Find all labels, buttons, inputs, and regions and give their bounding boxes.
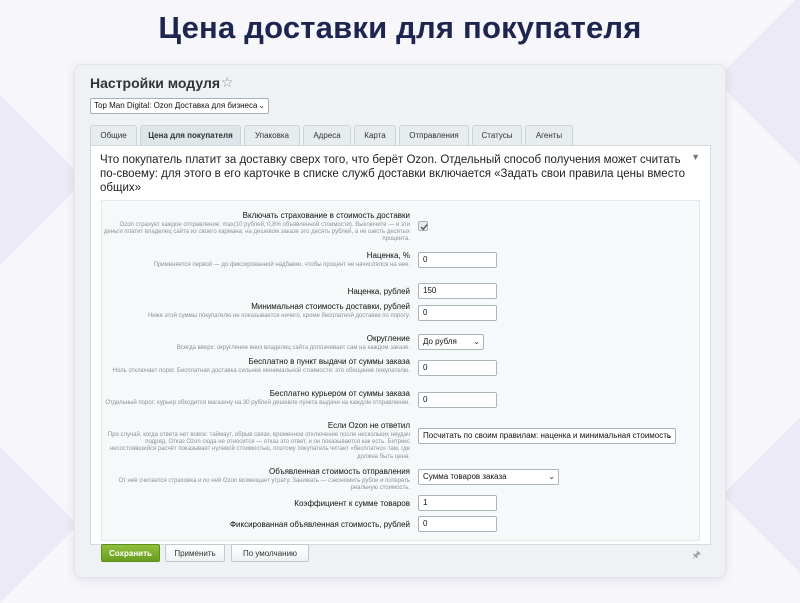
tab-agents[interactable]: Агенты xyxy=(525,125,573,145)
rounding-hint: Всегда вверх: округление вниз владелец с… xyxy=(176,345,410,351)
tab-addresses[interactable]: Адреса xyxy=(303,125,351,145)
module-select-value: Top Man Digital: Ozon Доставка для бизне… xyxy=(94,101,258,110)
fixed-declared-label: Фиксированная объявленная стоимость, руб… xyxy=(229,520,410,529)
background-decoration xyxy=(0,95,85,265)
page-title: Настройки модуля xyxy=(90,75,221,91)
tab-shipments[interactable]: Отправления xyxy=(399,125,469,145)
background-decoration xyxy=(722,417,800,573)
fixed-declared-input[interactable]: 0 xyxy=(418,516,497,532)
declared-value-select[interactable]: Сумма товаров заказа ⌄ xyxy=(418,469,559,485)
star-icon[interactable]: ☆ xyxy=(221,74,234,91)
pin-icon[interactable]: 🖈 xyxy=(692,548,701,565)
tab-packaging[interactable]: Упаковка xyxy=(244,125,300,145)
insurance-label: Включать страхование в стоимость доставк… xyxy=(242,211,410,220)
coefficient-label: Коэффициент к сумме товаров xyxy=(294,499,410,508)
insurance-hint: Ozon страхует каждое отправление: max(10… xyxy=(103,222,410,243)
tab-map[interactable]: Карта xyxy=(354,125,396,145)
insurance-checkbox[interactable] xyxy=(418,221,428,231)
min-cost-label: Минимальная стоимость доставки, рублей xyxy=(251,302,410,311)
default-button[interactable]: По умолчанию xyxy=(231,544,309,562)
markup-percent-hint: Применяется первой — до фиксированной на… xyxy=(153,262,410,268)
markup-percent-label: Наценка, % xyxy=(366,251,410,260)
chevron-down-icon: ⌄ xyxy=(548,472,555,481)
markup-rub-input[interactable]: 150 xyxy=(418,283,497,299)
tab-general[interactable]: Общие xyxy=(90,125,137,145)
declared-value-select-value: Сумма товаров заказа xyxy=(423,472,507,481)
free-courier-hint: Отдельный порог: курьер обходится магази… xyxy=(105,400,410,406)
markup-rub-label: Наценка, рублей xyxy=(347,287,410,296)
settings-window: Настройки модуля ☆ Top Man Digital: Ozon… xyxy=(74,64,726,578)
min-cost-hint: Ниже этой суммы покупателю не показывает… xyxy=(147,313,410,319)
button-bar: Сохранить Применить По умолчанию 🖈 xyxy=(90,544,711,570)
declared-value-hint: От неё считается страховка и по ней Ozon… xyxy=(118,478,410,492)
declared-value-label: Объявленная стоимость отправления xyxy=(269,467,410,476)
settings-panel: Что покупатель платит за доставку сверх … xyxy=(90,145,711,545)
collapse-triangle-icon[interactable]: ▼ xyxy=(691,152,700,162)
coefficient-input[interactable]: 1 xyxy=(418,495,497,511)
apply-button[interactable]: Применить xyxy=(165,544,225,562)
chevron-down-icon: ⌄ xyxy=(665,431,672,440)
ozon-no-answer-select[interactable]: Посчитать по своим правилам: наценка и м… xyxy=(418,428,676,444)
tab-statuses[interactable]: Статусы xyxy=(472,125,522,145)
settings-form: Включать страхование в стоимость доставк… xyxy=(101,200,700,541)
markup-percent-input[interactable]: 0 xyxy=(418,252,497,268)
tab-buyer-price[interactable]: Цена для покупателя xyxy=(140,125,241,146)
save-button[interactable]: Сохранить xyxy=(101,544,160,562)
free-pickup-input[interactable]: 0 xyxy=(418,360,497,376)
rounding-label: Округление xyxy=(366,334,410,343)
chevron-down-icon: ⌄ xyxy=(473,337,480,346)
min-cost-input[interactable]: 0 xyxy=(418,305,497,321)
check-icon xyxy=(420,224,428,231)
free-courier-input[interactable]: 0 xyxy=(418,392,497,408)
ozon-no-answer-label: Если Ozon не ответил xyxy=(327,421,410,430)
free-pickup-hint: Ноль отключает порог. Бесплатная доставк… xyxy=(112,368,410,374)
chevron-down-icon: ⌄ xyxy=(258,101,265,110)
rounding-select[interactable]: До рубля ⌄ xyxy=(418,334,484,350)
module-select[interactable]: Top Man Digital: Ozon Доставка для бизне… xyxy=(90,98,269,114)
ozon-no-answer-select-value: Посчитать по своим правилам: наценка и м… xyxy=(423,431,672,440)
rounding-select-value: До рубля xyxy=(423,337,457,346)
free-pickup-label: Бесплатно в пункт выдачи от суммы заказа xyxy=(248,357,410,366)
free-courier-label: Бесплатно курьером от суммы заказа xyxy=(269,389,410,398)
background-decoration xyxy=(0,447,78,603)
panel-description: Что покупатель платит за доставку сверх … xyxy=(100,154,685,194)
ozon-no-answer-hint: Про случай, когда ответа нет вовсе: тайм… xyxy=(107,432,410,460)
hero-title: Цена доставки для покупателя xyxy=(158,10,642,45)
